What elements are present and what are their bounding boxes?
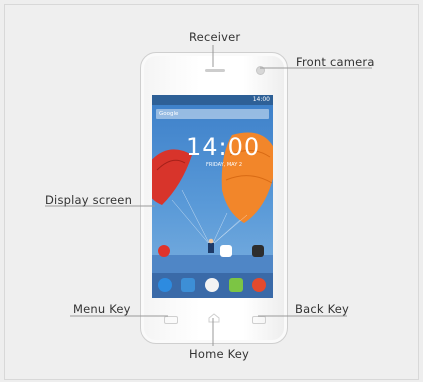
back-key-label: Back Key: [295, 302, 350, 316]
front-camera-label: Front camera: [296, 55, 375, 69]
menu-key-label: Menu Key: [73, 302, 131, 316]
home-key-label: Home Key: [189, 347, 250, 361]
receiver-label: Receiver: [189, 30, 241, 44]
diagram-canvas: 14:00 Google 14:00 FRIDAY, MAY 2 Receive…: [0, 0, 423, 382]
display-screen-label: Display screen: [45, 193, 133, 207]
